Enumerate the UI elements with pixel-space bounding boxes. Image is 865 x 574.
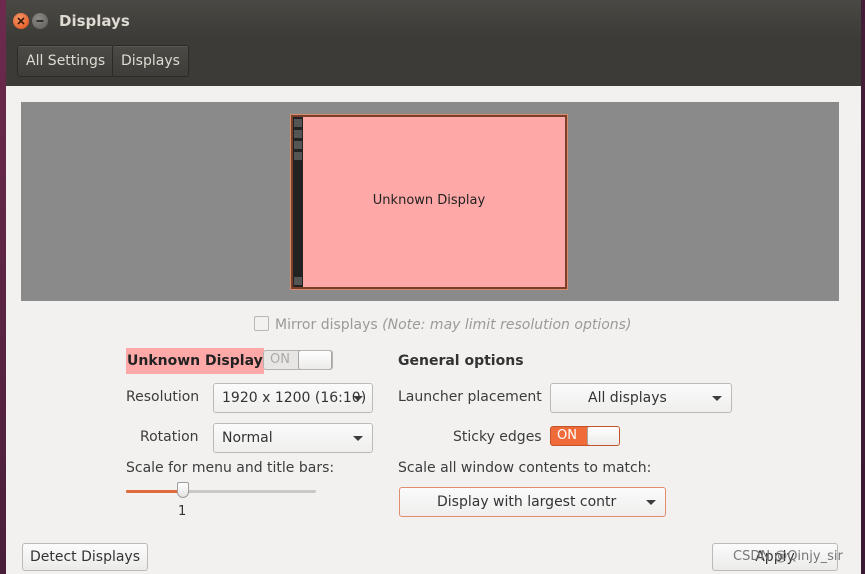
scale-slider-handle[interactable]	[177, 482, 189, 498]
monitor-label: Unknown Display	[372, 193, 486, 208]
minimize-icon[interactable]	[32, 13, 48, 29]
displays-breadcrumb-button[interactable]: Displays	[112, 45, 189, 77]
launcher-placement-label: Launcher placement	[398, 389, 542, 405]
resolution-label: Resolution	[126, 389, 200, 405]
scale-all-dropdown[interactable]: Display with largest contr	[399, 487, 666, 517]
monitor-preview[interactable]: Unknown Display	[291, 115, 567, 289]
mirror-note: (Note: may limit resolution options)	[382, 317, 632, 333]
scale-value: 1	[178, 504, 187, 519]
general-options-heading: General options	[398, 353, 524, 369]
mirror-displays-checkbox[interactable]: Mirror displays (Note: may limit resolut…	[254, 316, 631, 333]
detect-displays-button[interactable]: Detect Displays	[22, 543, 148, 571]
toolbar: All Settings Displays	[6, 38, 861, 86]
display-power-toggle[interactable]: ON	[263, 350, 333, 370]
all-settings-button[interactable]: All Settings	[17, 45, 115, 77]
sticky-edges-toggle-label: ON	[557, 428, 577, 443]
launcher-placement-value: All displays	[588, 390, 667, 406]
display-name-label: Unknown Display	[126, 348, 264, 374]
mirror-label: Mirror displays	[275, 317, 378, 333]
sticky-edges-label: Sticky edges	[453, 429, 542, 445]
watermark: CSDN @Qinjy_sir	[733, 549, 843, 564]
rotation-label: Rotation	[140, 429, 199, 445]
chevron-down-icon	[353, 436, 363, 441]
chevron-down-icon	[712, 396, 722, 401]
displays-window: Displays All Settings Displays Unknown D…	[6, 0, 861, 574]
mirror-checkbox-box[interactable]	[254, 316, 269, 331]
scale-label: Scale for menu and title bars:	[126, 460, 335, 476]
resolution-dropdown[interactable]: 1920 x 1200 (16:10)	[213, 383, 373, 413]
launcher-placement-dropdown[interactable]: All displays	[550, 383, 732, 413]
rotation-dropdown[interactable]: Normal	[213, 423, 373, 453]
scale-slider-fill	[126, 490, 183, 493]
title-bar: Displays	[6, 0, 861, 38]
resolution-value: 1920 x 1200 (16:10)	[222, 390, 367, 406]
display-power-toggle-label: ON	[270, 352, 290, 367]
scale-all-label: Scale all window contents to match:	[398, 460, 652, 476]
sticky-edges-toggle[interactable]: ON	[550, 426, 620, 446]
toggle-knob	[298, 351, 332, 369]
close-icon[interactable]	[13, 13, 29, 29]
rotation-value: Normal	[222, 430, 273, 446]
chevron-down-icon	[646, 500, 656, 505]
chevron-down-icon	[353, 396, 363, 401]
scale-slider[interactable]	[126, 482, 316, 498]
scale-all-value: Display with largest contr	[437, 494, 617, 510]
window-title: Displays	[59, 12, 130, 30]
display-arrangement-area[interactable]: Unknown Display	[21, 102, 839, 301]
toggle-knob	[587, 427, 619, 445]
